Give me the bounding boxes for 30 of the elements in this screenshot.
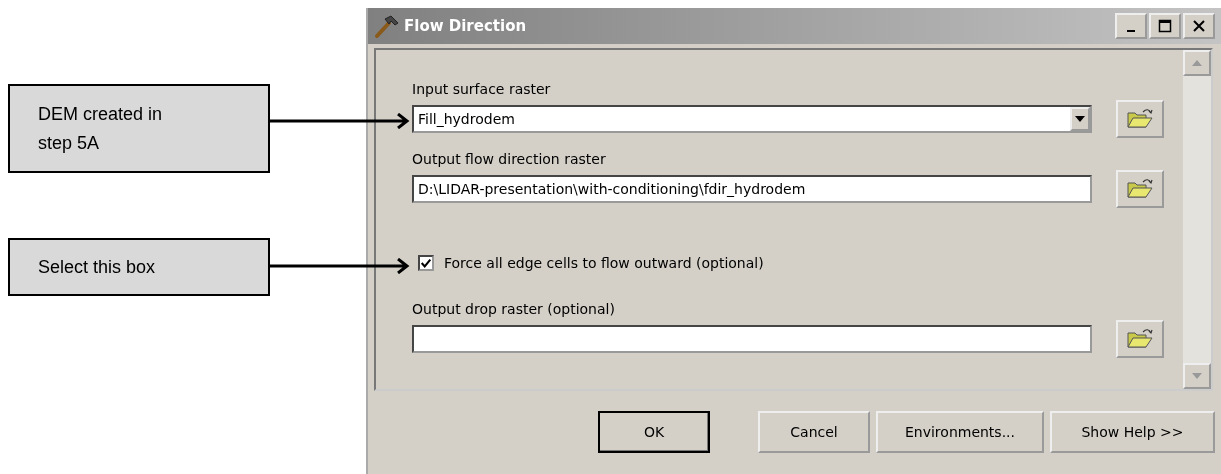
checkbox-label: Force all edge cells to flow outward (optional) [444,254,764,273]
folder-icon [1126,177,1154,201]
browse-folder-button[interactable] [1116,170,1164,208]
scrollbar[interactable] [1183,50,1211,389]
browse-folder-button[interactable] [1116,320,1164,358]
browse-folder-button[interactable] [1116,100,1164,138]
hammer-icon [374,13,400,39]
path-input-field[interactable]: D:\LIDAR-presentation\with-conditioning\fdir_hydrodem [412,175,1092,203]
scroll-up-icon[interactable] [1183,50,1211,76]
callout-box: DEM created in step 5A [8,84,270,173]
scroll-down-icon[interactable] [1183,363,1211,389]
folder-icon [1126,327,1154,351]
dialog-button[interactable]: Show Help >> [1050,411,1215,453]
path-input-field[interactable] [412,325,1092,353]
folder-icon [1126,107,1154,131]
parameter-label: Output flow direction raster [412,150,607,169]
minimize-icon [1127,30,1135,32]
maximize-button[interactable] [1149,13,1181,39]
dialog-button[interactable]: OK [598,411,710,453]
parameter-label: Input surface raster [412,80,552,99]
dialog-button[interactable]: Environments... [876,411,1044,453]
checkbox[interactable] [418,255,434,271]
maximize-icon [1158,19,1172,33]
dropdown-field[interactable]: Fill_hydrodem [412,105,1092,133]
parameter-label: Output drop raster (optional) [412,300,616,319]
callout-box: Select this box [8,238,270,296]
close-icon [1192,19,1206,33]
dialog-button[interactable]: Cancel [758,411,870,453]
window-title: Flow Direction [404,17,527,35]
close-button[interactable] [1183,13,1215,39]
